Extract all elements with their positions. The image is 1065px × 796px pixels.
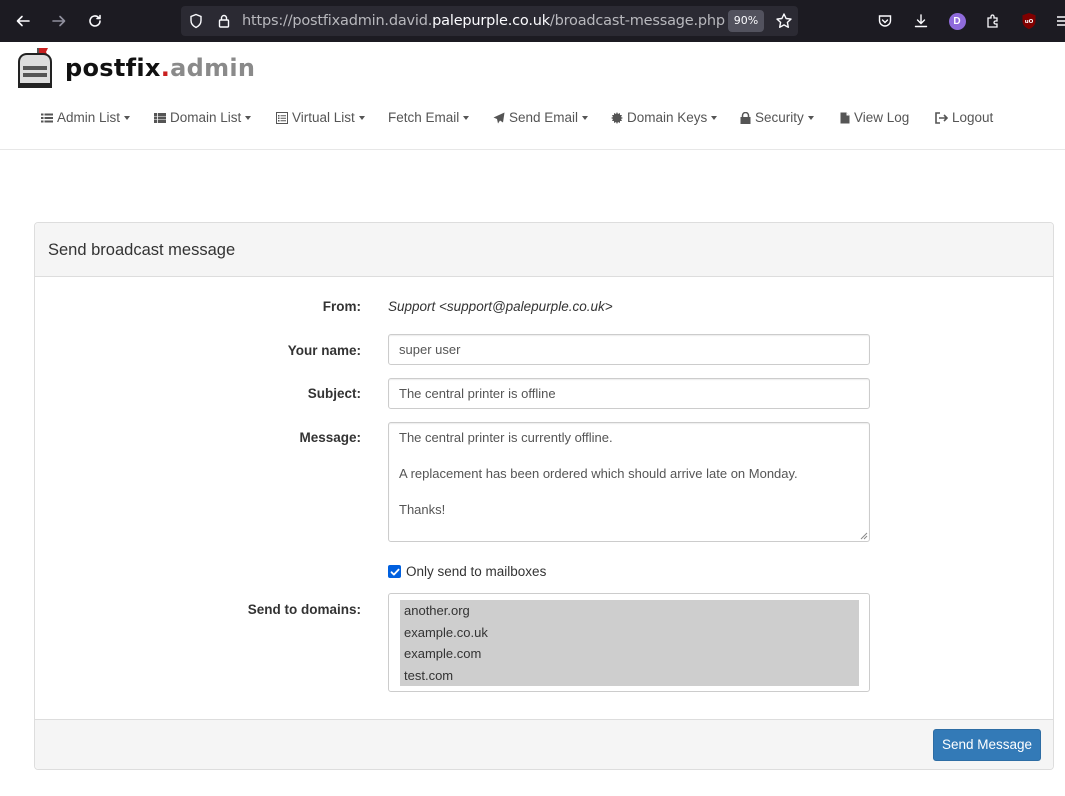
logo-part-postfix: postfix	[65, 54, 161, 82]
domain-option[interactable]: example.com	[400, 643, 859, 665]
nav-domain-keys[interactable]: Domain Keys	[611, 110, 718, 125]
nav-view-log-label: View Log	[854, 110, 910, 125]
nav-virtual-list-label: Virtual List	[292, 110, 355, 125]
mailboxes-only-checkbox[interactable]	[388, 565, 401, 578]
domain-option[interactable]: another.org	[400, 600, 859, 622]
send-to-domains-label: Send to domains:	[247, 602, 361, 617]
caret-down-icon	[807, 115, 814, 120]
from-value: Support <support@palepurple.co.uk>	[388, 299, 613, 314]
mailbox-icon	[18, 48, 52, 88]
send-message-button[interactable]: Send Message	[933, 729, 1041, 761]
subject-label: Subject:	[307, 386, 361, 401]
nav-virtual-list[interactable]: Virtual List	[276, 110, 365, 125]
nav-admin-list[interactable]: Admin List	[41, 110, 131, 125]
reload-button[interactable]	[83, 9, 107, 33]
domain-option[interactable]: example.co.uk	[400, 622, 859, 644]
message-line	[399, 447, 859, 465]
account-avatar[interactable]: D	[947, 11, 967, 31]
address-bar[interactable]: https://postfixadmin.david.palepurple.co…	[181, 6, 798, 36]
message-line: Thanks!	[399, 502, 446, 517]
logo-wordmark: postfix.admin	[65, 54, 255, 82]
resize-handle-icon[interactable]	[858, 530, 868, 540]
nav-domain-list-label: Domain List	[170, 110, 242, 125]
nav-send-email-label: Send Email	[509, 110, 579, 125]
app-logo[interactable]: postfix.admin	[15, 46, 255, 90]
avatar-initial: D	[948, 12, 966, 30]
arrow-right-icon	[52, 15, 66, 27]
caret-down-icon	[711, 115, 718, 120]
page-title: Send broadcast message	[48, 241, 236, 259]
arrow-left-icon	[16, 15, 30, 27]
nav-security-label: Security	[755, 110, 804, 125]
lock-icon	[740, 111, 751, 124]
file-icon	[840, 112, 850, 124]
nav-logout-label: Logout	[952, 110, 994, 125]
caret-down-icon	[463, 115, 470, 120]
caret-down-icon	[582, 115, 589, 120]
nav-fetch-email-label: Fetch Email	[388, 110, 460, 125]
svg-text:uO: uO	[1025, 19, 1034, 25]
certificate-icon	[611, 111, 623, 124]
browser-toolbar: https://postfixadmin.david.palepurple.co…	[0, 0, 1065, 42]
url-path: /broadcast-message.php	[549, 13, 725, 29]
caret-down-icon	[124, 115, 131, 120]
back-button[interactable]	[11, 9, 35, 33]
panel-heading: Send broadcast message	[35, 223, 1053, 277]
subject-input[interactable]: The central printer is offline	[388, 378, 870, 409]
url-prefix: https://postfixadmin.david.	[242, 13, 433, 29]
nav-domain-keys-label: Domain Keys	[627, 110, 708, 125]
forward-button[interactable]	[47, 9, 71, 33]
message-textarea[interactable]: The central printer is currently offline…	[388, 422, 870, 542]
caret-down-icon	[358, 115, 365, 120]
nav-view-log[interactable]: View Log	[840, 110, 909, 125]
th-list-icon	[154, 112, 166, 124]
reload-icon	[89, 14, 101, 27]
url-text[interactable]: https://postfixadmin.david.palepurple.co…	[242, 13, 725, 29]
mailboxes-only-label: Only send to mailboxes	[406, 564, 547, 579]
from-label: From:	[322, 299, 361, 314]
logout-icon	[935, 111, 948, 124]
mailboxes-only-option[interactable]: Only send to mailboxes	[388, 564, 546, 579]
nav-domain-list[interactable]: Domain List	[154, 110, 252, 125]
message-label: Message:	[299, 430, 361, 445]
menu-icon[interactable]	[1052, 11, 1065, 31]
ublock-icon[interactable]: uO	[1019, 11, 1039, 31]
nav-send-email[interactable]: Send Email	[493, 110, 589, 125]
zoom-level-badge[interactable]: 90%	[728, 10, 764, 32]
logo-dot: .	[160, 54, 171, 82]
logo-part-admin: admin	[170, 54, 256, 82]
main-navbar: Admin List Domain List Virtual List Fetc…	[0, 99, 1065, 150]
nav-fetch-email[interactable]: Fetch Email	[388, 110, 470, 125]
panel-footer	[35, 719, 1053, 769]
send-icon	[493, 112, 505, 124]
pocket-icon[interactable]	[875, 11, 895, 31]
nav-admin-list-label: Admin List	[57, 110, 121, 125]
url-host: palepurple.co.uk	[432, 13, 550, 29]
message-line	[399, 483, 859, 501]
bookmark-star-icon[interactable]	[775, 12, 793, 35]
domain-option[interactable]: test.com	[400, 665, 859, 687]
domains-multiselect[interactable]: another.org example.co.uk example.com te…	[388, 593, 870, 692]
lock-icon[interactable]	[216, 13, 232, 34]
caret-down-icon	[245, 115, 252, 120]
domains-options: another.org example.co.uk example.com te…	[400, 600, 859, 686]
message-line: A replacement has been ordered which sho…	[399, 466, 798, 481]
nav-security[interactable]: Security	[740, 110, 814, 125]
list-alt-icon	[276, 111, 288, 124]
list-icon	[41, 112, 53, 124]
checkmark-icon	[390, 568, 399, 575]
your-name-label: Your name:	[287, 343, 361, 358]
downloads-icon[interactable]	[911, 11, 931, 31]
your-name-input[interactable]: super user	[388, 334, 870, 365]
nav-logout[interactable]: Logout	[935, 110, 993, 125]
extensions-icon[interactable]	[983, 11, 1003, 31]
message-line: The central printer is currently offline…	[399, 430, 613, 445]
broadcast-panel: Send broadcast message From: Support <su…	[34, 222, 1054, 770]
shield-icon[interactable]	[188, 13, 204, 34]
